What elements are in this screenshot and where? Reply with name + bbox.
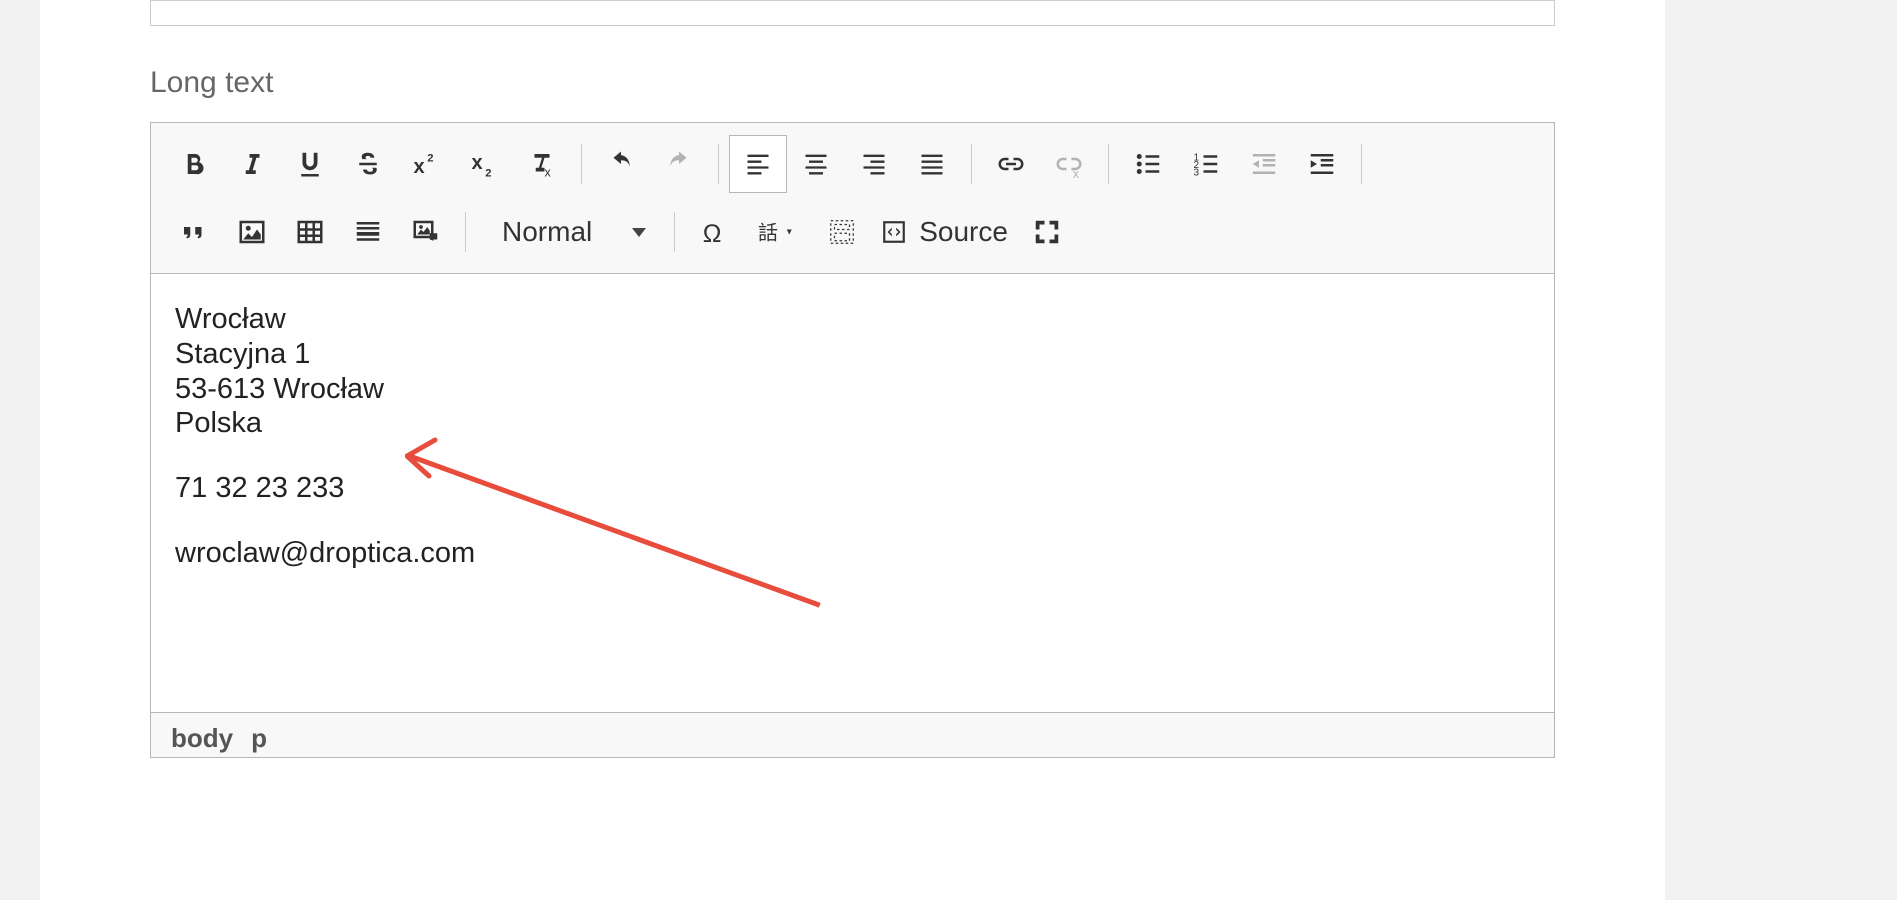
toolbar-separator <box>465 212 466 252</box>
content-paragraph-phone: 71 32 23 233 <box>175 471 1530 506</box>
path-element-p[interactable]: p <box>251 723 267 754</box>
align-justify-button[interactable] <box>903 135 961 193</box>
bulleted-list-button[interactable] <box>1119 135 1177 193</box>
superscript-button[interactable]: x2 <box>397 135 455 193</box>
align-left-button[interactable] <box>729 135 787 193</box>
language-button[interactable]: 話 <box>743 203 813 261</box>
svg-text:2: 2 <box>427 153 433 165</box>
source-button[interactable]: Source <box>871 203 1018 261</box>
svg-text:Ω: Ω <box>703 220 722 247</box>
unlink-button[interactable]: x <box>1040 135 1098 193</box>
ckeditor: x2 x2 x <box>150 122 1555 758</box>
maximize-button[interactable] <box>1018 203 1076 261</box>
format-dropdown[interactable]: Normal <box>476 203 664 261</box>
content-paragraph-address: Wrocław Stacyjna 1 53-613 Wrocław Polska <box>175 302 1530 441</box>
link-button[interactable] <box>982 135 1040 193</box>
undo-button[interactable] <box>592 135 650 193</box>
form-panel: Long text x2 <box>40 0 1665 900</box>
svg-text:x: x <box>545 166 552 180</box>
svg-text:話: 話 <box>758 222 778 245</box>
svg-text:x: x <box>414 156 425 178</box>
remove-format-button[interactable]: x <box>513 135 571 193</box>
table-button[interactable] <box>281 203 339 261</box>
toolbar-separator <box>674 212 675 252</box>
ckeditor-element-path: body p <box>151 712 1554 757</box>
toolbar-separator <box>581 144 582 184</box>
previous-field-container <box>150 0 1555 26</box>
path-element-body[interactable]: body <box>171 723 233 754</box>
ckeditor-toolbar: x2 x2 x <box>151 123 1554 274</box>
annotation-arrow <box>411 454 846 459</box>
ckeditor-content-area[interactable]: Wrocław Stacyjna 1 53-613 Wrocław Polska… <box>151 274 1554 712</box>
show-blocks-button[interactable] <box>813 203 871 261</box>
special-character-button[interactable]: Ω <box>685 203 743 261</box>
align-center-button[interactable] <box>787 135 845 193</box>
format-dropdown-value: Normal <box>502 216 592 248</box>
redo-button[interactable] <box>650 135 708 193</box>
indent-button[interactable] <box>1293 135 1351 193</box>
toolbar-separator <box>1361 144 1362 184</box>
numbered-list-button[interactable]: 123 <box>1177 135 1235 193</box>
block-quote-button[interactable] <box>165 203 223 261</box>
toolbar-row-2: Normal Ω 話 Source <box>165 203 1540 261</box>
svg-text:3: 3 <box>1194 167 1200 178</box>
align-right-button[interactable] <box>845 135 903 193</box>
outdent-button[interactable] <box>1235 135 1293 193</box>
content-paragraph-email: wroclaw@droptica.com <box>175 536 1530 571</box>
svg-text:2: 2 <box>485 168 491 180</box>
toolbar-row-1: x2 x2 x <box>165 135 1540 193</box>
italic-button[interactable] <box>223 135 281 193</box>
horizontal-rule-button[interactable] <box>339 203 397 261</box>
field-label: Long text <box>150 66 1555 100</box>
chevron-down-icon <box>632 228 646 237</box>
media-embed-button[interactable] <box>397 203 455 261</box>
svg-text:x: x <box>472 152 483 174</box>
image-button[interactable] <box>223 203 281 261</box>
strikethrough-button[interactable] <box>339 135 397 193</box>
toolbar-separator <box>718 144 719 184</box>
subscript-button[interactable]: x2 <box>455 135 513 193</box>
toolbar-separator <box>971 144 972 184</box>
underline-button[interactable] <box>281 135 339 193</box>
toolbar-separator <box>1108 144 1109 184</box>
bold-button[interactable] <box>165 135 223 193</box>
svg-text:x: x <box>1073 167 1080 179</box>
source-button-label: Source <box>919 216 1008 248</box>
